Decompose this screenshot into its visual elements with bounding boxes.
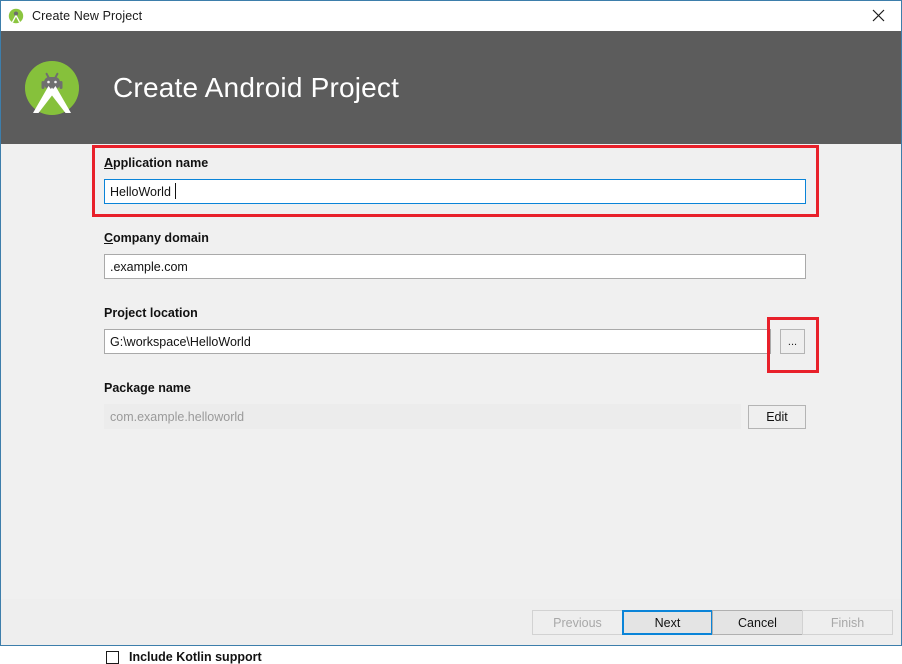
include-kotlin-support-label[interactable]: Include Kotlin support (129, 650, 262, 664)
package-name-label: Package name (104, 381, 191, 395)
project-location-label: Project location (104, 306, 198, 320)
package-name-row: Edit (104, 404, 806, 429)
finish-button: Finish (802, 610, 893, 635)
company-domain-group: Company domain (104, 231, 806, 279)
include-kotlin-support-row[interactable]: Include Kotlin support (106, 650, 262, 664)
application-name-input-wrap (104, 179, 806, 204)
title-bar: Create New Project (1, 1, 901, 31)
application-name-input[interactable] (104, 179, 806, 204)
previous-button: Previous (532, 610, 623, 635)
cancel-button[interactable]: Cancel (712, 610, 803, 635)
dialog-footer: Previous Next Cancel Finish (1, 599, 901, 645)
edit-package-name-button[interactable]: Edit (748, 404, 806, 429)
header-title: Create Android Project (113, 71, 400, 103)
company-domain-label: Company domain (104, 231, 209, 245)
dialog-body: Application name Company domain Project … (1, 144, 901, 664)
create-new-project-dialog: Create New Project Create Android Projec… (0, 0, 902, 664)
close-icon[interactable] (855, 1, 901, 30)
android-studio-logo (21, 57, 83, 119)
project-location-group: Project location ... (104, 306, 806, 354)
package-name-input (104, 404, 741, 429)
application-name-label: Application name (104, 156, 209, 170)
text-caret (175, 183, 176, 199)
android-studio-icon (8, 8, 24, 24)
window-title: Create New Project (32, 9, 143, 23)
company-domain-input[interactable] (104, 254, 806, 279)
include-kotlin-support-checkbox[interactable] (106, 650, 119, 664)
project-location-input[interactable] (104, 329, 771, 354)
project-location-row: ... (104, 329, 806, 354)
browse-folder-button[interactable]: ... (780, 329, 805, 354)
next-button[interactable]: Next (622, 610, 713, 635)
application-name-group: Application name (104, 156, 806, 204)
package-name-group: Package name Edit (104, 381, 806, 429)
dialog-header: Create Android Project (1, 31, 901, 144)
